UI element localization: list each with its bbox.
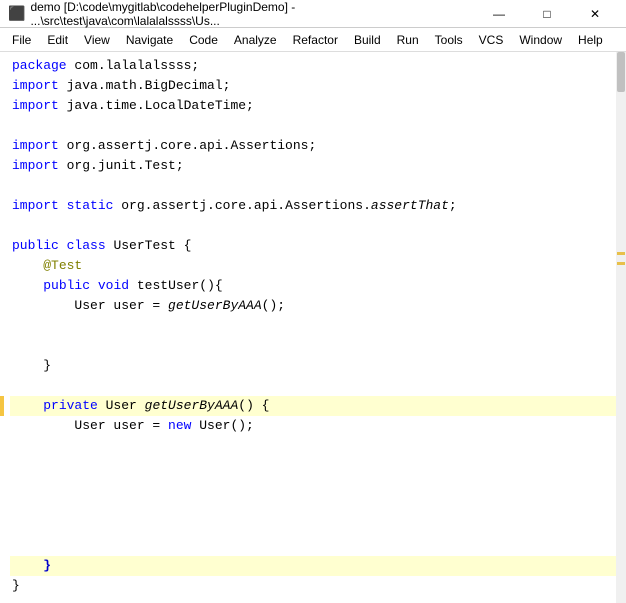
code-line	[10, 516, 616, 536]
code-line: }	[10, 576, 616, 596]
app-icon: ⬛	[8, 5, 25, 22]
scrollbar-track[interactable]	[616, 52, 626, 603]
menu-help[interactable]: Help	[570, 28, 611, 51]
maximize-button[interactable]: □	[524, 0, 570, 28]
title-text: demo [D:\code\mygitlab\codehelperPluginD…	[30, 0, 476, 28]
code-area[interactable]: package com.lalalalssss; import java.mat…	[0, 52, 616, 603]
code-line: import java.time.LocalDateTime;	[10, 96, 616, 116]
code-line: User user = new User();	[10, 416, 616, 436]
menu-build[interactable]: Build	[346, 28, 389, 51]
code-line: }	[10, 356, 616, 376]
code-line	[10, 536, 616, 556]
code-line-highlighted: private User getUserByAAA() {	[10, 396, 616, 416]
code-line-brace: }	[10, 556, 616, 576]
menu-window[interactable]: Window	[511, 28, 570, 51]
code-line	[10, 116, 616, 136]
close-button[interactable]: ✕	[572, 0, 618, 28]
code-line	[10, 316, 616, 336]
menu-edit[interactable]: Edit	[39, 28, 76, 51]
code-line: User user = getUserByAAA();	[10, 296, 616, 316]
menu-code[interactable]: Code	[181, 28, 226, 51]
code-line	[10, 476, 616, 496]
code-line: import org.assertj.core.api.Assertions;	[10, 136, 616, 156]
minimize-button[interactable]: —	[476, 0, 522, 28]
title-bar: ⬛ demo [D:\code\mygitlab\codehelperPlugi…	[0, 0, 626, 28]
code-line	[10, 496, 616, 516]
code-line: import org.junit.Test;	[10, 156, 616, 176]
menu-view[interactable]: View	[76, 28, 118, 51]
code-line: package com.lalalalssss;	[10, 56, 616, 76]
menu-bar: File Edit View Navigate Code Analyze Ref…	[0, 28, 626, 52]
code-line	[10, 216, 616, 236]
code-line	[10, 176, 616, 196]
menu-vcs[interactable]: VCS	[471, 28, 512, 51]
editor-container: package com.lalalalssss; import java.mat…	[0, 52, 626, 603]
code-line: public class UserTest {	[10, 236, 616, 256]
code-line: import java.math.BigDecimal;	[10, 76, 616, 96]
code-line: import static org.assertj.core.api.Asser…	[10, 196, 616, 216]
scrollbar-thumb[interactable]	[617, 52, 625, 92]
menu-file[interactable]: File	[4, 28, 39, 51]
menu-run[interactable]: Run	[389, 28, 427, 51]
menu-analyze[interactable]: Analyze	[226, 28, 285, 51]
code-line	[10, 456, 616, 476]
menu-refactor[interactable]: Refactor	[285, 28, 346, 51]
scrollbar-marker	[617, 262, 625, 265]
code-line: @Test	[10, 256, 616, 276]
scrollbar-marker	[617, 252, 625, 255]
code-line	[10, 436, 616, 456]
code-line	[10, 336, 616, 356]
code-line: public void testUser(){	[10, 276, 616, 296]
menu-navigate[interactable]: Navigate	[118, 28, 181, 51]
menu-tools[interactable]: Tools	[427, 28, 471, 51]
code-line	[10, 376, 616, 396]
